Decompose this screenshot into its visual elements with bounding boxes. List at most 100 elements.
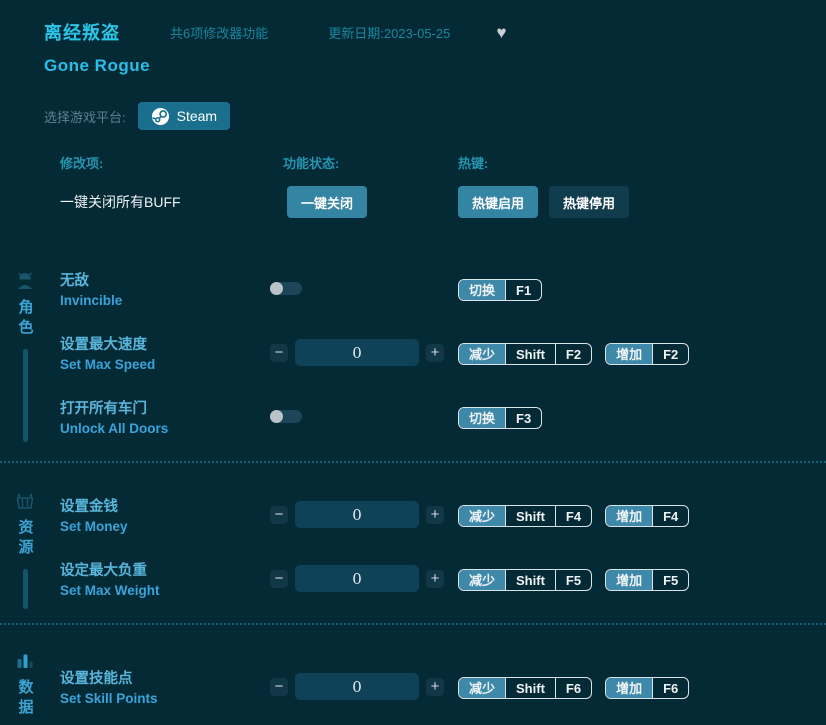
toggle-knob: [270, 410, 283, 423]
max-speed-stepper: − +: [270, 333, 458, 366]
data-icon: [15, 651, 35, 671]
hotkey-chip-decrease-f2[interactable]: 减少 Shift F2: [458, 343, 592, 365]
feature-label-zh: 打开所有车门: [60, 399, 270, 419]
feature-label-en: Unlock All Doors: [60, 419, 270, 439]
chip-modifier: Shift: [505, 506, 555, 526]
chip-key: F5: [555, 570, 591, 590]
chip-modifier: Shift: [505, 344, 555, 364]
hotkey-enable-button[interactable]: 热键启用: [458, 186, 538, 218]
hotkey-chip-increase-f4[interactable]: 增加 F4: [605, 505, 689, 527]
chip-key: F6: [652, 678, 688, 698]
feature-label-en: Invincible: [60, 291, 270, 311]
chip-key: F6: [555, 678, 591, 698]
feature-label-zh: 设置金钱: [60, 497, 270, 517]
feature-label-en: Set Money: [60, 517, 270, 537]
invincible-toggle[interactable]: [270, 282, 302, 295]
chip-action: 增加: [606, 344, 652, 364]
favorite-heart-icon[interactable]: ♥: [496, 24, 506, 41]
hotkey-chip-toggle-f1[interactable]: 切换 F1: [458, 279, 542, 301]
hotkey-chip-toggle-f3[interactable]: 切换 F3: [458, 407, 542, 429]
group-label-resources: 资源: [15, 519, 36, 559]
skill-points-stepper: − +: [270, 667, 458, 700]
chip-action: 增加: [606, 570, 652, 590]
update-date: 更新日期:2023-05-25: [328, 23, 450, 42]
feature-label-zh: 设置技能点: [60, 669, 270, 689]
steam-icon: [151, 107, 170, 126]
column-headers: 修改项: 功能状态: 热键:: [60, 153, 826, 172]
money-stepper: − +: [270, 495, 458, 528]
platform-selector: 选择游戏平台: Steam: [44, 102, 826, 130]
decrement-button[interactable]: −: [270, 678, 288, 696]
chip-action: 增加: [606, 678, 652, 698]
page-title: 离经叛盗: [44, 19, 120, 45]
feature-label-zh: 设置最大速度: [60, 335, 270, 355]
hotkey-chip-decrease-f5[interactable]: 减少 Shift F5: [458, 569, 592, 591]
master-row: 一键关闭所有BUFF 一键关闭 热键启用 热键停用: [60, 186, 826, 218]
toggle-knob: [270, 282, 283, 295]
group-resources-sidebar: 资源: [13, 491, 37, 609]
hotkey-chip-increase-f6[interactable]: 增加 F6: [605, 677, 689, 699]
chip-key: F2: [652, 344, 688, 364]
chip-key: F3: [505, 408, 541, 428]
hotkey-chip-decrease-f6[interactable]: 减少 Shift F6: [458, 677, 592, 699]
group-label-character: 角色: [15, 299, 36, 339]
resources-icon: [15, 491, 35, 511]
feature-count: 共6项修改器功能: [170, 23, 268, 42]
group-character: 角色 无敌 Invincible 切换 F1: [0, 269, 826, 461]
increment-button[interactable]: +: [426, 506, 444, 524]
feature-label-zh: 无敌: [60, 271, 270, 291]
group-line: [23, 349, 28, 442]
chip-action: 减少: [459, 506, 505, 526]
steam-platform-button[interactable]: Steam: [138, 102, 230, 130]
hotkey-chip-increase-f5[interactable]: 增加 F5: [605, 569, 689, 591]
increment-button[interactable]: +: [426, 344, 444, 362]
feature-row-money: 设置金钱 Set Money − + 减少 Shift F4: [60, 495, 826, 559]
chip-action: 减少: [459, 344, 505, 364]
feature-row-max-weight: 设定最大负重 Set Max Weight − + 减少 Shift F5: [60, 559, 826, 623]
column-header-status: 功能状态:: [270, 153, 458, 172]
decrement-button[interactable]: −: [270, 344, 288, 362]
chip-key: F1: [505, 280, 541, 300]
page-title-english: Gone Rogue: [44, 56, 826, 76]
unlock-doors-toggle[interactable]: [270, 410, 302, 423]
header: 离经叛盗 共6项修改器功能 更新日期:2023-05-25 ♥: [44, 22, 826, 42]
chip-key: F2: [555, 344, 591, 364]
column-header-modify: 修改项:: [60, 153, 270, 172]
chip-action: 减少: [459, 570, 505, 590]
group-character-sidebar: 角色: [13, 271, 37, 442]
chip-action: 切换: [459, 280, 505, 300]
trainer-page: 离经叛盗 共6项修改器功能 更新日期:2023-05-25 ♥ Gone Rog…: [0, 0, 826, 725]
platform-label: 选择游戏平台:: [44, 107, 126, 126]
decrement-button[interactable]: −: [270, 506, 288, 524]
chip-modifier: Shift: [505, 678, 555, 698]
chip-key: F5: [652, 570, 688, 590]
max-weight-value-input[interactable]: [295, 565, 419, 592]
feature-row-max-speed: 设置最大速度 Set Max Speed − + 减少 Shift F2: [60, 333, 826, 397]
steam-button-label: Steam: [177, 108, 217, 124]
group-data-sidebar: 数据: [13, 651, 37, 725]
chip-action: 减少: [459, 678, 505, 698]
max-weight-stepper: − +: [270, 559, 458, 592]
skill-points-value-input[interactable]: [295, 673, 419, 700]
hotkey-disable-button[interactable]: 热键停用: [549, 186, 629, 218]
feature-label-zh: 设定最大负重: [60, 561, 270, 581]
increment-button[interactable]: +: [426, 570, 444, 588]
feature-row-invincible: 无敌 Invincible 切换 F1: [60, 269, 826, 333]
hotkey-chip-increase-f2[interactable]: 增加 F2: [605, 343, 689, 365]
group-label-data: 数据: [15, 679, 36, 719]
feature-row-skill-points: 设置技能点 Set Skill Points − + 减少 Shift F6: [60, 667, 826, 725]
feature-label-en: Set Max Speed: [60, 355, 270, 375]
feature-label-en: Set Skill Points: [60, 689, 270, 709]
group-resources: 资源 设置金钱 Set Money − + 减少: [0, 463, 826, 623]
hotkey-chip-decrease-f4[interactable]: 减少 Shift F4: [458, 505, 592, 527]
character-icon: [15, 271, 35, 291]
chip-action: 切换: [459, 408, 505, 428]
chip-action: 增加: [606, 506, 652, 526]
close-all-buff-button[interactable]: 一键关闭: [287, 186, 367, 218]
max-speed-value-input[interactable]: [295, 339, 419, 366]
money-value-input[interactable]: [295, 501, 419, 528]
decrement-button[interactable]: −: [270, 570, 288, 588]
increment-button[interactable]: +: [426, 678, 444, 696]
group-data: 数据 设置技能点 Set Skill Points − +: [0, 625, 826, 725]
group-line: [23, 569, 28, 609]
